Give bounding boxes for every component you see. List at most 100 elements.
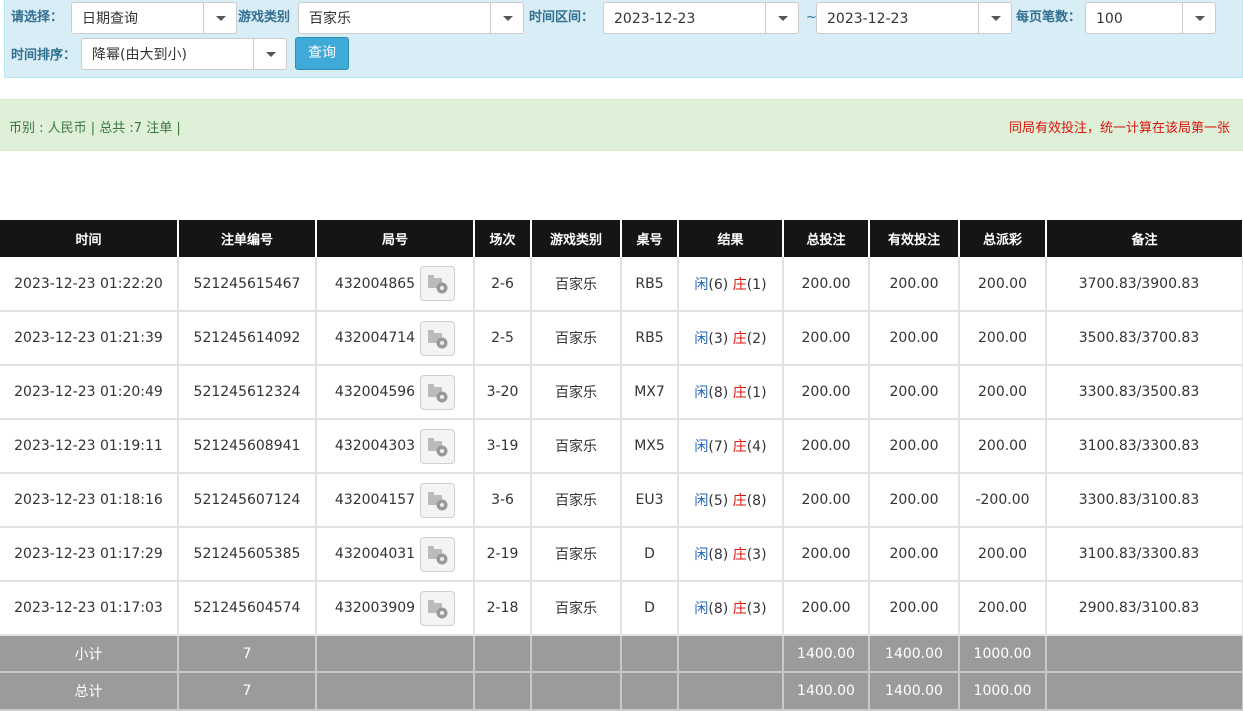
table-cell: D (621, 527, 679, 582)
player-score: (8) (708, 601, 729, 617)
sort-label: 时间排序： (11, 48, 77, 63)
banker-score: (2) (746, 331, 767, 347)
note-cell: 3500.83/3700.83 (1046, 311, 1243, 366)
time-range-label: 时间区间： (529, 10, 595, 25)
total-bet-cell: 200.00 (783, 311, 870, 366)
video-replay-icon[interactable] (420, 482, 456, 518)
empty-cell (531, 672, 622, 711)
result-cell: 闲(3) 庄(2) (678, 311, 784, 366)
chevron-down-icon (1182, 3, 1215, 33)
video-replay-icon[interactable] (420, 536, 456, 572)
per-page-select[interactable]: 100 (1085, 2, 1216, 34)
video-replay-icon[interactable] (420, 266, 456, 301)
game-type-select[interactable]: 百家乐 (298, 2, 524, 34)
banker-score: (4) (746, 439, 767, 455)
round-number: 432004596 (334, 384, 416, 400)
session-cell: 2-6 (474, 257, 532, 312)
empty-cell (531, 635, 622, 673)
game-type-label: 游戏类别 (238, 10, 291, 25)
game-cell: 百家乐 (531, 257, 622, 312)
result-cell: 闲(8) 庄(1) (678, 365, 784, 420)
banker-label: 庄 (732, 331, 747, 347)
round-number: 432004157 (334, 492, 416, 508)
query-type-select[interactable]: 日期查询 (71, 2, 237, 34)
total-row: 总计 7 1400.00 1400.00 1000.00 (0, 672, 1243, 711)
subtotal-valid-bet: 1400.00 (869, 635, 960, 673)
filter-bar: 请选择： 日期查询 游戏类别 百家乐 时间区间： 2023-12-23 ~ 20… (4, 0, 1243, 78)
round-cell: 432004303 (316, 419, 475, 474)
table-cell: RB5 (621, 311, 679, 366)
player-score: (3) (708, 331, 729, 347)
round-number: 432004303 (334, 438, 416, 454)
empty-cell (621, 672, 679, 711)
table-row: 2023-12-23 01:18:16 521245607124 4320041… (0, 473, 1243, 528)
valid-bet-cell: 200.00 (869, 581, 960, 636)
table-row: 2023-12-23 01:22:20 521245615467 4320048… (0, 257, 1243, 312)
notice-text: 同局有效投注，统一计算在该局第一张 (1009, 121, 1231, 136)
payout-cell: -200.00 (959, 473, 1047, 528)
total-bet-cell: 200.00 (783, 365, 870, 420)
bet-records-table: 时间 注单编号 局号 场次 游戏类别 桌号 结果 总投注 有效投注 总派彩 备注… (0, 220, 1243, 711)
date-to-select[interactable]: 2023-12-23 (816, 2, 1012, 34)
player-label: 闲 (694, 331, 709, 347)
subtotal-payout: 1000.00 (959, 635, 1047, 673)
note-cell: 3300.83/3500.83 (1046, 365, 1243, 420)
col-header-order: 注单编号 (178, 220, 317, 257)
col-header-payout: 总派彩 (959, 220, 1047, 257)
sort-select[interactable]: 降幂(由大到小) (81, 38, 287, 70)
player-score: (5) (708, 493, 729, 509)
total-count: 7 (178, 672, 317, 711)
table-cell: MX5 (621, 419, 679, 474)
note-cell: 2900.83/3100.83 (1046, 581, 1243, 636)
note-cell: 3100.83/3300.83 (1046, 527, 1243, 582)
time-cell: 2023-12-23 01:17:29 (0, 527, 179, 582)
empty-cell (678, 672, 784, 711)
banker-score: (1) (746, 385, 767, 401)
summary-bar: 币别 : 人民币 | 总共 :7 注单 | 同局有效投注，统一计算在该局第一张 (0, 99, 1243, 151)
order-cell: 521245607124 (178, 473, 317, 528)
game-type-value: 百家乐 (309, 11, 351, 27)
banker-label: 庄 (732, 601, 747, 617)
date-from-value: 2023-12-23 (614, 11, 696, 27)
session-cell: 2-19 (474, 527, 532, 582)
order-cell: 521245612324 (178, 365, 317, 420)
total-bet-cell: 200.00 (783, 473, 870, 528)
game-cell: 百家乐 (531, 365, 622, 420)
round-cell: 432004031 (316, 527, 475, 582)
valid-bet-cell: 200.00 (869, 527, 960, 582)
time-cell: 2023-12-23 01:20:49 (0, 365, 179, 420)
result-cell: 闲(5) 庄(8) (678, 473, 784, 528)
table-row: 2023-12-23 01:21:39 521245614092 4320047… (0, 311, 1243, 366)
game-cell: 百家乐 (531, 419, 622, 474)
session-cell: 3-6 (474, 473, 532, 528)
valid-bet-cell: 200.00 (869, 365, 960, 420)
table-cell: EU3 (621, 473, 679, 528)
round-cell: 432004865 (316, 257, 475, 312)
per-page-value: 100 (1096, 11, 1123, 27)
player-label: 闲 (694, 439, 709, 455)
round-cell: 432004157 (316, 473, 475, 528)
video-replay-icon[interactable] (420, 590, 456, 626)
banker-score: (3) (746, 601, 767, 617)
date-from-select[interactable]: 2023-12-23 (603, 2, 799, 34)
session-cell: 2-18 (474, 581, 532, 636)
round-number: 432004031 (334, 546, 416, 562)
banker-label: 庄 (732, 276, 747, 293)
round-number: 432004714 (334, 330, 416, 346)
banker-label: 庄 (732, 547, 747, 563)
total-bet-cell: 200.00 (783, 257, 870, 312)
query-button[interactable]: 查询 (295, 37, 349, 70)
chevron-down-icon (978, 3, 1011, 33)
video-replay-icon[interactable] (420, 428, 456, 464)
total-label: 总计 (0, 672, 179, 711)
time-cell: 2023-12-23 01:17:03 (0, 581, 179, 636)
empty-cell (316, 672, 475, 711)
player-label: 闲 (694, 276, 709, 293)
video-replay-icon[interactable] (420, 374, 456, 410)
table-row: 2023-12-23 01:17:03 521245604574 4320039… (0, 581, 1243, 636)
banker-label: 庄 (732, 439, 747, 455)
game-cell: 百家乐 (531, 311, 622, 366)
payout-cell: 200.00 (959, 581, 1047, 636)
session-cell: 3-20 (474, 365, 532, 420)
video-replay-icon[interactable] (420, 320, 456, 356)
